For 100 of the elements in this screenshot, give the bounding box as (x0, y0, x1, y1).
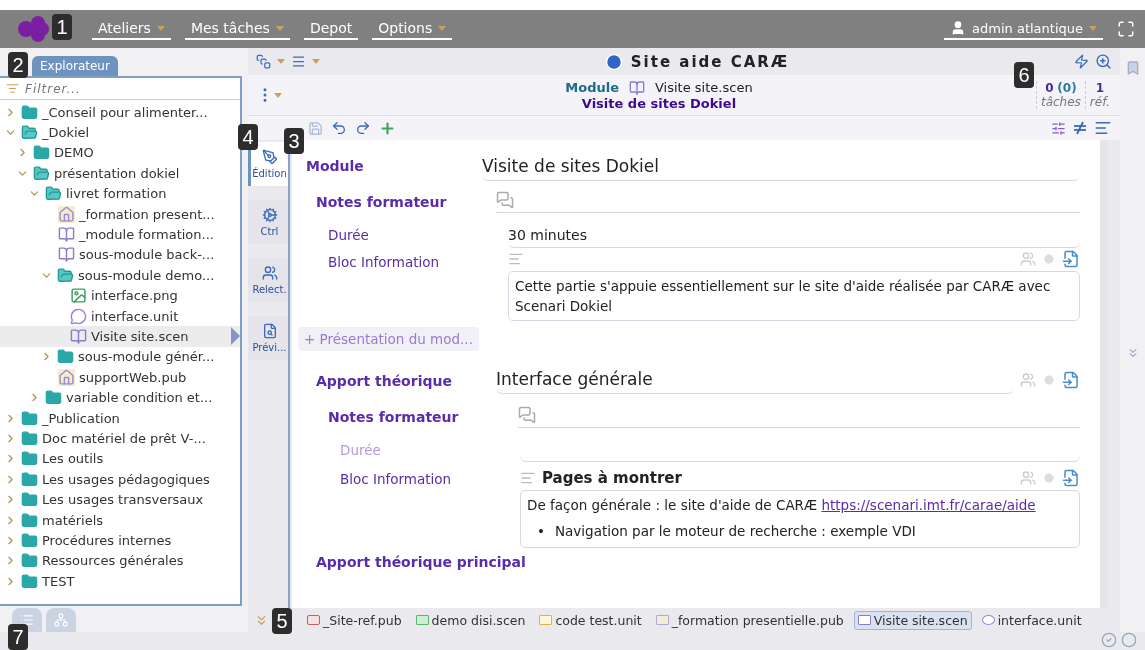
image-icon (70, 287, 87, 305)
link[interactable]: https://scenari.imt.fr/carae/aide (821, 497, 1036, 513)
status-circle-icon[interactable] (1121, 632, 1137, 648)
folder-icon (21, 511, 38, 529)
tasks-count[interactable]: 0 (1045, 81, 1054, 95)
tree-item[interactable]: _module formation... (0, 224, 240, 245)
tree-item[interactable]: interface.unit (0, 305, 240, 327)
add-icon[interactable] (379, 119, 396, 137)
tree-item[interactable]: Doc matériel de prêt V-... (0, 428, 240, 449)
undo-icon[interactable] (331, 120, 347, 136)
menu-button[interactable]: Ateliers (92, 18, 171, 40)
tree-item[interactable]: sous-module back-... (0, 244, 240, 266)
logo-icon[interactable] (16, 15, 50, 43)
user-menu-button[interactable]: admin atlantique (944, 18, 1103, 40)
folder-icon (21, 429, 38, 447)
field-label: Apport théorique principal (316, 553, 526, 570)
document-tab[interactable]: demo disi.scen (411, 610, 530, 630)
tree-item[interactable]: Les outils (0, 448, 240, 470)
pending-count[interactable]: (0) (1057, 81, 1077, 95)
hierarchy-icon (54, 613, 68, 627)
outline-icon[interactable] (1094, 119, 1112, 137)
text-field[interactable]: Cette partie s'appuie essentiellement sur le site d'aide réalisée par CARÆ avec Scenari Dokiel (508, 271, 1080, 321)
view-icon[interactable] (256, 54, 271, 69)
filter-field[interactable]: Filtrer... (23, 80, 223, 97)
paragraph: De façon générale : le site d'aide de CARÆ (527, 497, 819, 513)
tree-item[interactable]: Les usages transversaux (0, 489, 240, 510)
duration-field[interactable]: 30 minutes (508, 222, 1080, 248)
title-field[interactable]: Visite de sites Dokiel (482, 151, 1080, 181)
status-dot-icon (1044, 254, 1054, 264)
menu-button[interactable]: Options (372, 18, 453, 40)
export-icon[interactable] (1062, 469, 1080, 487)
tree-item[interactable]: DEMO (0, 142, 240, 164)
not-equal-icon[interactable] (1074, 121, 1086, 135)
tree-item[interactable]: supportWeb.pub (0, 367, 240, 388)
menu-button[interactable]: Depot (303, 18, 359, 40)
filter-icon (6, 82, 19, 95)
tree-item[interactable]: _Conseil pour alimenter... (0, 102, 240, 123)
document-tab[interactable]: interface.unit (977, 610, 1086, 630)
tree-item[interactable]: sous-module demo... (0, 265, 240, 286)
folder-icon (21, 450, 38, 468)
field-label: Durée (340, 442, 382, 458)
tree-item[interactable]: Visite site.scen (0, 326, 240, 347)
export-icon[interactable] (1062, 250, 1080, 268)
tree-item[interactable]: livret formation (0, 183, 240, 204)
zoom-icon[interactable] (1095, 53, 1112, 70)
menu-button[interactable]: Mes tâches (184, 18, 290, 40)
tree-item[interactable]: Ressources générales (0, 550, 240, 571)
side-tab[interactable]: Prévi... (248, 316, 288, 360)
folder-icon (21, 470, 38, 488)
list-item: Navigation par le moteur de recherche : exemple VDI (554, 522, 916, 541)
people-icon[interactable] (1020, 371, 1036, 388)
tree-item[interactable]: interface.png (0, 285, 240, 306)
title-field[interactable]: Interface générale (496, 365, 1014, 394)
sliders-icon[interactable] (1051, 120, 1066, 136)
caret-icon (312, 59, 320, 64)
people-icon[interactable] (1020, 470, 1036, 486)
menu-icon[interactable] (291, 54, 306, 69)
redo-icon[interactable] (355, 120, 371, 136)
tree-item[interactable]: variable condition et... (0, 387, 240, 408)
workshop-title: Site aide CARÆ (630, 52, 790, 71)
document-tab[interactable]: code test.unit (535, 610, 646, 630)
export-icon[interactable] (1062, 370, 1080, 389)
bullet-mark: • (537, 522, 545, 541)
document-tab[interactable]: _Site-ref.pub (303, 610, 406, 630)
document-tab[interactable]: _formation presentielle.pub (651, 610, 848, 630)
tree-item[interactable]: présentation dokiel (0, 163, 240, 184)
check-icon[interactable] (1101, 632, 1117, 648)
tree-item[interactable]: sous-module génér... (0, 346, 240, 368)
caret-icon (275, 25, 284, 31)
document-tab[interactable]: Visite site.scen (853, 610, 972, 630)
folder-icon (21, 491, 38, 509)
tree-item[interactable]: _formation present... (0, 203, 240, 225)
field-label: Durée (328, 227, 370, 243)
tree-item[interactable]: matériels (0, 509, 240, 531)
notes-icon (496, 191, 514, 209)
people-icon[interactable] (1020, 251, 1036, 267)
folder-icon (21, 531, 38, 549)
callout-number: 5 (272, 608, 292, 634)
fullscreen-icon[interactable] (1117, 20, 1135, 38)
open-folder-icon (33, 164, 50, 182)
tree-item[interactable]: _Publication (0, 407, 240, 429)
notes-icon (518, 406, 536, 424)
folder-icon (21, 572, 38, 590)
caret-icon (277, 59, 285, 64)
tree-item[interactable]: TEST (0, 571, 240, 592)
text-block-icon (508, 251, 524, 267)
side-tab[interactable]: Ctrl (248, 200, 288, 244)
tasks-label: tâches (1040, 95, 1081, 109)
refs-count[interactable]: 1 (1095, 81, 1105, 95)
tree-item[interactable]: Les usages pédagogiques (0, 469, 240, 490)
tree-item[interactable]: _Dokiel (0, 122, 240, 143)
callout-number: 4 (238, 124, 258, 150)
file-name: Visite site.scen (655, 80, 753, 95)
side-tab[interactable]: Relect. (248, 258, 288, 302)
text-field[interactable]: De façon générale : le site d'aide de CARÆ https://scenari.imt.fr/carae/aide • Navigation par le moteur de recherche : exemple VDI (520, 490, 1080, 548)
save-icon[interactable] (308, 120, 323, 136)
lightning-icon[interactable] (1074, 54, 1089, 69)
callout-number: 7 (8, 624, 28, 650)
tree-item[interactable]: Procédures internes (0, 530, 240, 551)
folder-icon (21, 103, 38, 121)
